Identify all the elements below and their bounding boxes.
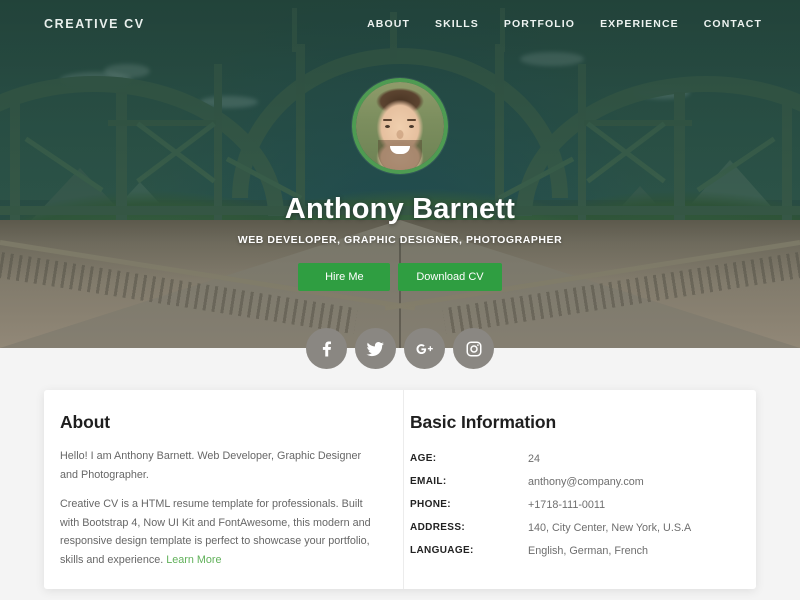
info-label-address: ADDRESS: [410,522,466,533]
info-value-age: 24 [528,452,541,465]
hero-buttons: Hire Me Download CV [0,263,800,291]
nav-link-about[interactable]: ABOUT [367,18,410,30]
navbar: CREATIVE CV ABOUT SKILLS PORTFOLIO EXPER… [0,0,800,48]
avatar-photo [356,82,444,170]
avatar-eye [409,125,414,128]
table-row: PHONE: +1718-111-0011 [410,493,736,516]
download-cv-button[interactable]: Download CV [398,263,502,291]
about-paragraph-2: Creative CV is a HTML resume template fo… [60,495,377,569]
facebook-icon [318,340,336,358]
social-link-google-plus[interactable] [404,328,445,369]
basic-information-title: Basic Information [410,412,557,432]
social-link-instagram[interactable] [453,328,494,369]
hero-section [0,0,800,348]
info-value-language: English, German, French [528,544,649,557]
content-card: About Hello! I am Anthony Barnett. Web D… [44,390,756,590]
hero-content: Anthony Barnett WEB DEVELOPER, GRAPHIC D… [0,193,800,291]
info-value-email: anthony@company.com [528,475,644,488]
learn-more-link[interactable]: Learn More [166,554,221,566]
google-plus-icon [415,339,435,359]
about-section: About Hello! I am Anthony Barnett. Web D… [44,390,404,590]
table-row: EMAIL: anthony@company.com [410,470,736,493]
social-link-facebook[interactable] [306,328,347,369]
table-row: ADDRESS: 140, City Center, New York, U.S… [410,516,736,539]
avatar-eye [385,125,390,128]
instagram-icon [465,340,483,358]
avatar-nose [396,130,404,139]
info-label-phone: PHONE: [410,499,451,510]
basic-information-section: Basic Information AGE: 24 EMAIL: anthony… [404,390,756,589]
brand-logo[interactable]: CREATIVE CV [44,17,145,31]
hire-me-button[interactable]: Hire Me [298,263,391,291]
avatar-eyebrow [383,119,392,121]
hero-role: WEB DEVELOPER, GRAPHIC DESIGNER, PHOTOGR… [237,234,563,246]
nav-links: ABOUT SKILLS PORTFOLIO EXPERIENCE CONTAC… [367,18,762,30]
hero-overlay-tint [0,0,800,348]
social-link-twitter[interactable] [355,328,396,369]
about-paragraph-1: Hello! I am Anthony Barnett. Web Develop… [60,450,362,481]
info-value-address: 140, City Center, New York, U.S.A [528,521,692,534]
basic-information-table: AGE: 24 EMAIL: anthony@company.com PHONE… [410,447,736,562]
info-label-age: AGE: [410,453,437,464]
twitter-icon [366,339,385,358]
avatar-eyebrow [407,119,416,121]
info-label-email: EMAIL: [410,476,447,487]
hero-name: Anthony Barnett [284,193,516,225]
page-root: CREATIVE CV ABOUT SKILLS PORTFOLIO EXPER… [0,0,800,600]
about-title: About [60,412,111,432]
nav-link-contact[interactable]: CONTACT [704,18,762,30]
nav-link-skills[interactable]: SKILLS [435,18,479,30]
info-label-language: LANGUAGE: [410,545,474,556]
social-links [306,328,494,369]
nav-link-portfolio[interactable]: PORTFOLIO [504,18,575,30]
table-row: LANGUAGE: English, German, French [410,539,736,562]
table-row: AGE: 24 [410,447,736,470]
avatar [352,78,448,174]
nav-link-experience[interactable]: EXPERIENCE [600,18,679,30]
info-value-phone: +1718-111-0011 [528,498,606,511]
